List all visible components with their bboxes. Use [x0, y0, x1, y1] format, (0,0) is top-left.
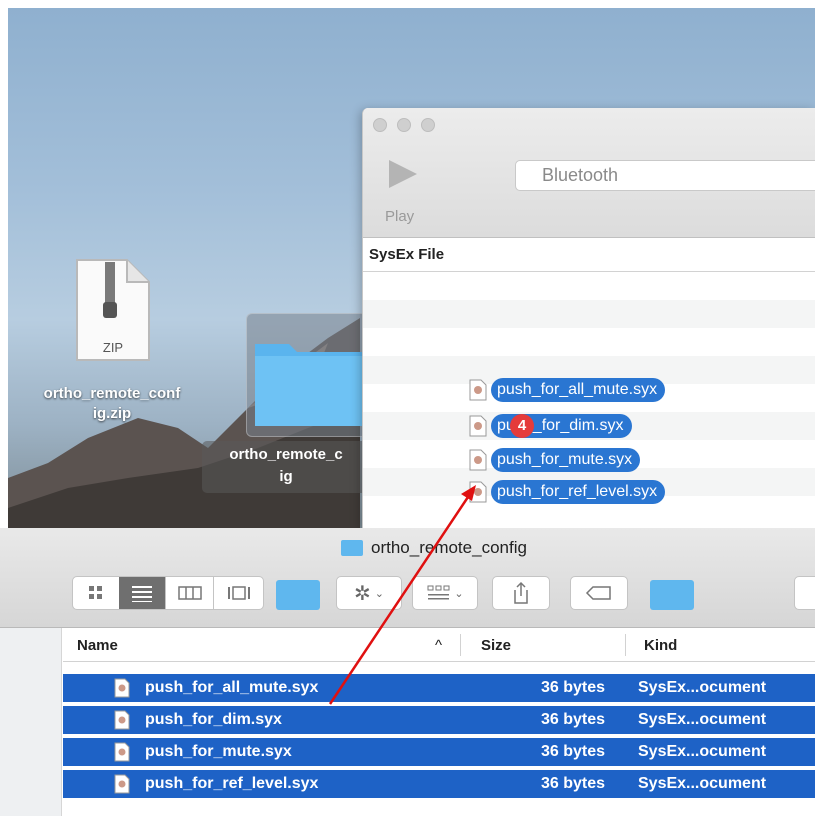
drag-arrow-annotation	[328, 485, 476, 705]
screen: ZIP ortho_remote_conf ig.zip ortho_remot…	[0, 0, 815, 816]
